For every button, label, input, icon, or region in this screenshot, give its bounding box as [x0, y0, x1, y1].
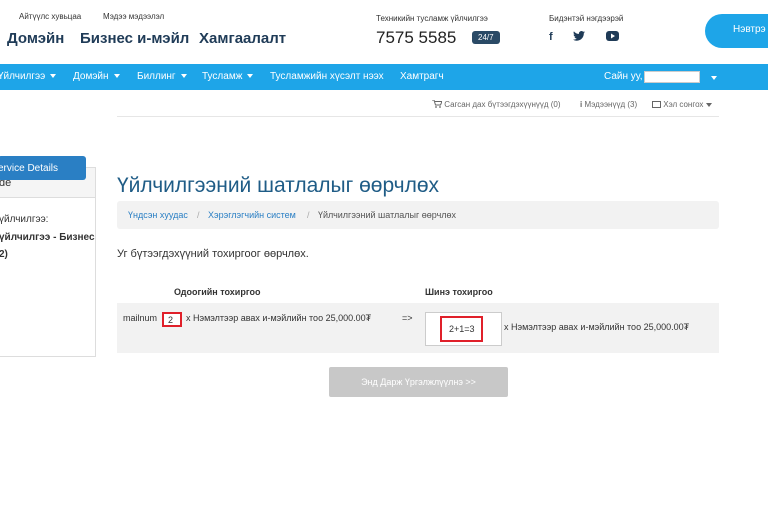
navbar-item-open-ticket[interactable]: Тусламжийн хүсэлт нээх — [270, 71, 384, 82]
support-label: Техникийн тусламж үйлчилгээ — [376, 14, 488, 23]
navbar-item-billing[interactable]: Биллинг — [137, 71, 187, 82]
new-option-desc: х Нэмэлтээр авах и-мэйлийн тоо 25,000.00… — [504, 322, 690, 332]
breadcrumb-separator: / — [307, 210, 310, 220]
chevron-down-icon — [180, 74, 187, 79]
chevron-down-icon — [113, 74, 120, 79]
support-badge: 24/7 — [472, 31, 500, 44]
divider — [117, 116, 719, 117]
cart-icon — [432, 99, 443, 108]
support-phone[interactable]: 7575 5585 — [376, 28, 456, 48]
continue-button[interactable]: Энд Дарж Үргэлжлүүлнэ >> — [329, 367, 508, 397]
page-title: Үйлчилгээний шатлалыг өөрчлөх — [117, 174, 440, 197]
twitter-icon[interactable] — [573, 31, 585, 44]
cart-link[interactable]: Сагсан дах бүтээгдэхүүнүүд (0) — [432, 99, 561, 109]
nav-business-email[interactable]: Бизнес и-мэйл — [80, 30, 189, 47]
arrow-label: => — [402, 313, 413, 323]
current-quantity-field[interactable]: 2 — [162, 312, 182, 327]
language-icon — [652, 101, 661, 108]
chevron-down-icon — [247, 74, 254, 79]
breadcrumb: Үндсэн хуудас / Хэрэглэгчийн систем / Үй… — [117, 201, 719, 229]
social-label: Бидэнтэй нэгдээрэй — [549, 14, 624, 23]
chevron-down-icon — [50, 74, 57, 79]
sidebar-panel: de үйлчилгээ: үйлчилгээ - Бизнес 2) — [0, 167, 96, 357]
breadcrumb-separator: / — [197, 210, 200, 220]
navbar-item-services[interactable]: Үйлчилгээ — [0, 71, 57, 82]
option-name: mailnum — [123, 313, 158, 323]
breadcrumb-current: Үйлчилгээний шатлалыг өөрчлөх — [318, 210, 457, 220]
sidebar-line: үйлчилгээ - Бизнес — [0, 232, 95, 243]
username-field — [644, 71, 700, 83]
new-config-header: Шинэ тохиргоо — [425, 287, 493, 297]
current-option-desc: х Нэмэлтээр авах и-мэйлийн тоо 25,000.00… — [186, 313, 372, 323]
navbar-item-partner[interactable]: Хамтрагч — [400, 71, 444, 82]
facebook-icon[interactable]: f — [549, 31, 553, 43]
sidebar-line: 2) — [0, 249, 8, 260]
navbar-greeting: Сайн уу, — [604, 71, 643, 82]
service-details-button[interactable]: ervice Details — [0, 156, 86, 180]
new-quantity-value[interactable]: 2+1=3 — [440, 316, 483, 342]
nav-domain[interactable]: Домэйн — [7, 30, 64, 47]
main-navbar: Үйлчилгээ Домэйн Биллинг Тусламж Тусламж… — [0, 64, 768, 90]
chevron-down-icon — [705, 102, 712, 107]
header-link-shares[interactable]: Айтүүлс хувьцаа — [19, 12, 81, 21]
navbar-item-domain[interactable]: Домэйн — [73, 71, 120, 82]
login-button[interactable]: Нэвтрэ — [705, 14, 768, 48]
page-lead: Уг бүтээгдэхүүний тохиргоог өөрчлөх. — [117, 248, 309, 260]
breadcrumb-home[interactable]: Үндсэн хуудас — [128, 210, 188, 220]
header-link-news[interactable]: Мэдээ мэдээлэл — [103, 12, 164, 21]
notices-link[interactable]: i Мэдээнүүд (3) — [580, 100, 637, 109]
language-selector[interactable]: Хэл сонгох — [652, 100, 712, 109]
user-menu-chevron-icon[interactable] — [711, 76, 717, 80]
nav-security[interactable]: Хамгаалалт — [199, 30, 286, 47]
breadcrumb-client-area[interactable]: Хэрэглэгчийн систем — [208, 210, 296, 220]
navbar-item-support[interactable]: Тусламж — [202, 71, 254, 82]
youtube-icon[interactable] — [606, 31, 619, 44]
info-icon: i — [580, 100, 583, 109]
sidebar-line: үйлчилгээ: — [0, 214, 49, 225]
current-config-header: Одоогийн тохиргоо — [174, 287, 261, 297]
